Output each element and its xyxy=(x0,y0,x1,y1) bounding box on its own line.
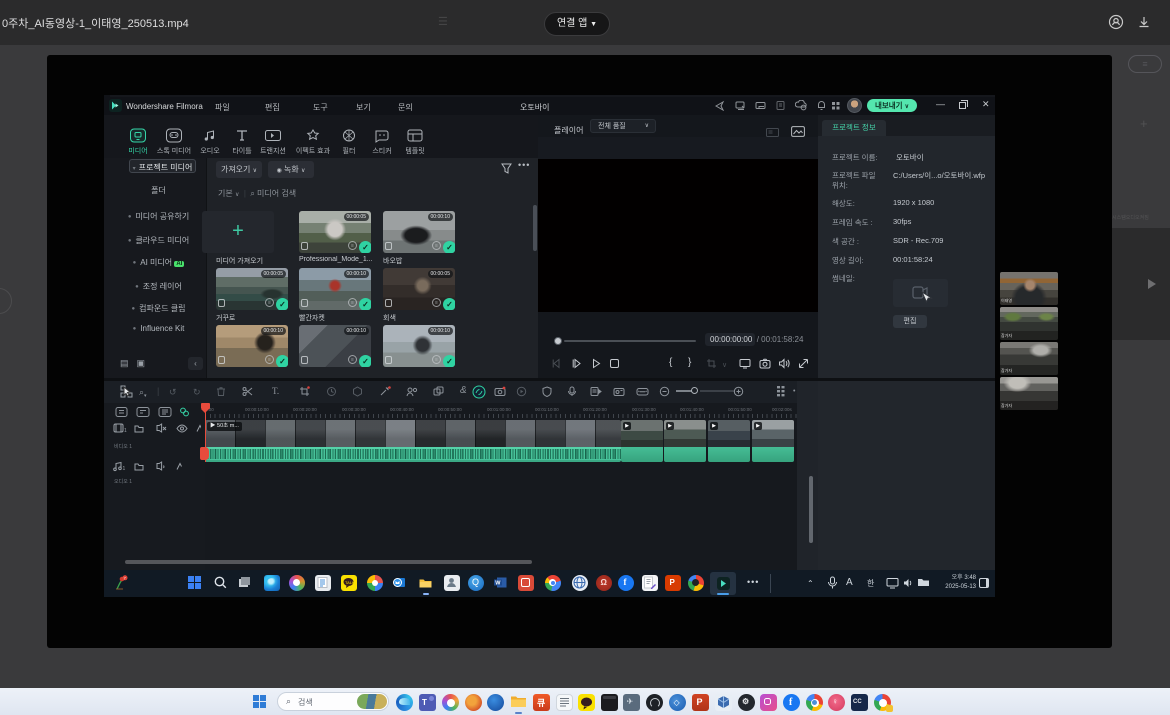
svg-text:1: 1 xyxy=(123,466,126,472)
svg-text:1: 1 xyxy=(124,428,127,434)
svg-text:TALK: TALK xyxy=(345,580,355,585)
svg-text:W: W xyxy=(495,580,501,586)
